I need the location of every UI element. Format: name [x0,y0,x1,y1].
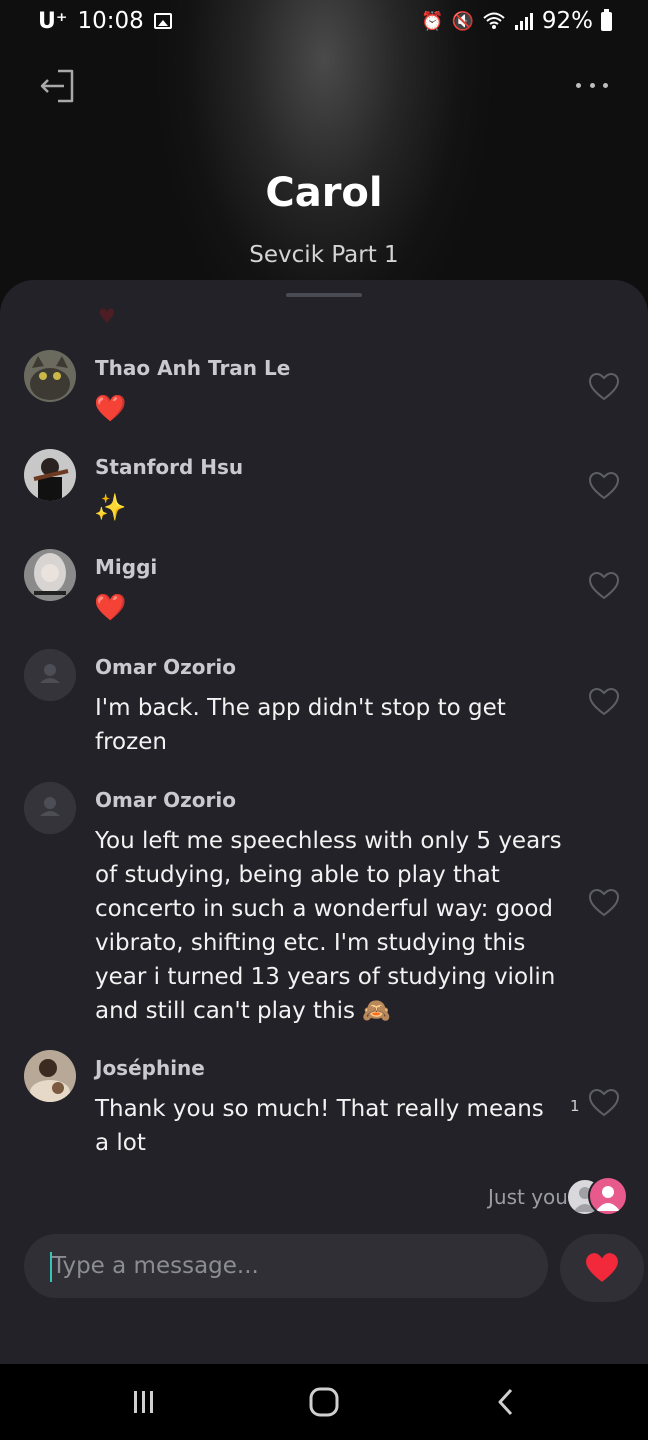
list-item: Stanford Hsu ✨ [0,449,648,529]
message-text: I'm back. The app didn't stop to get fro… [95,695,506,755]
heart-outline-icon [588,471,620,500]
system-nav-bar [0,1364,648,1440]
message-composer [24,1234,548,1298]
battery-icon [601,8,612,31]
page-subtitle: Sevcik Part 1 [249,242,399,268]
heart-outline-icon [588,571,620,600]
seen-avatar-self [588,1176,628,1216]
message-input[interactable] [52,1234,532,1298]
avatar[interactable] [24,449,76,501]
heart-outline-icon [588,687,620,716]
default-user-icon [24,649,76,701]
status-bar: U⁺ 10:08 ⏰ 🔇 92% [0,0,648,46]
sheet-grabber[interactable] [286,293,362,297]
message-emoji: ❤️ [94,394,127,424]
heart-outline-icon [588,888,620,917]
page-title: Carol [265,170,383,216]
more-icon [576,82,581,88]
avatar[interactable] [24,350,76,402]
back-button[interactable] [486,1382,526,1422]
heart-icon [586,1253,618,1282]
like-button[interactable] [588,1088,620,1118]
recent-apps-button[interactable] [124,1382,164,1422]
like-button[interactable] [588,888,620,918]
default-user-icon [24,782,76,834]
recent-apps-icon [134,1391,153,1413]
message-text: Thank you so much! That really means a l… [95,1096,544,1156]
home-button[interactable] [304,1382,344,1422]
avatar[interactable] [24,649,76,701]
author-name: Joséphine [95,1056,205,1080]
more-options-button[interactable] [572,70,612,100]
home-icon [309,1387,339,1417]
avatar[interactable] [24,782,76,834]
send-heart-button[interactable] [560,1234,644,1302]
author-name: Omar Ozorio [95,655,237,679]
list-item: Miggi ❤️ [0,549,648,629]
signal-icon [514,13,533,30]
like-button[interactable] [588,571,620,601]
avatar[interactable] [24,1050,76,1102]
like-button[interactable] [588,687,620,717]
screen: U⁺ 10:08 ⏰ 🔇 92% Carol Sevcik Part 1 ♥ T… [0,0,648,1440]
mute-icon: 🔇 [451,10,474,32]
message-emoji: ✨ [94,493,127,523]
author-name: Stanford Hsu [95,455,244,479]
avatar[interactable] [24,549,76,601]
author-name: Omar Ozorio [95,788,237,812]
heart-outline-icon [588,1088,620,1117]
like-button[interactable] [588,372,620,402]
author-name: Miggi [95,555,158,579]
battery-level: 92% [541,8,593,34]
wifi-icon [483,12,505,29]
list-item: Thao Anh Tran Le ❤️ [0,350,648,430]
seen-by-label: Just you [488,1185,568,1209]
heart-outline-icon [588,372,620,401]
alarm-icon: ⏰ [421,10,444,32]
user-icon [596,1186,620,1211]
message-text: You left me speechless with only 5 years… [95,828,562,1024]
back-icon [498,1388,513,1416]
list-item: Omar Ozorio I'm back. The app didn't sto… [0,649,648,759]
heart-icon: ♥ [98,304,116,328]
gallery-notification-icon [153,13,172,29]
message-emoji: ❤️ [94,593,127,623]
exit-button[interactable] [38,66,78,106]
list-item: Omar Ozorio You left me speechless with … [0,782,648,1032]
list-item: Joséphine Thank you so much! That really… [0,1050,648,1170]
exit-icon [40,69,74,103]
like-button[interactable] [588,471,620,501]
author-name: Thao Anh Tran Le [95,356,291,380]
clock: 10:08 [77,8,144,34]
carrier-label: U⁺ [38,8,68,34]
like-count: 1 [570,1097,580,1115]
